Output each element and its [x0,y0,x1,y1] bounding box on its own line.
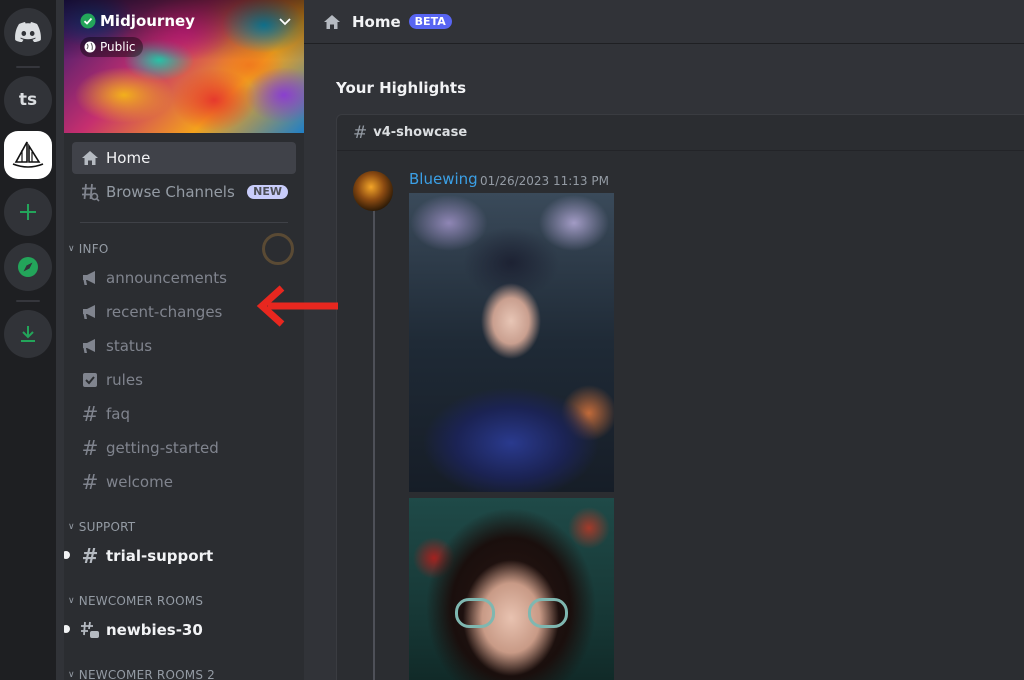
home-nav-label: Home [106,149,151,167]
card-channel-name: v4-showcase [373,125,468,140]
thread-line [373,210,375,680]
highlights-heading: Your Highlights [336,79,466,97]
glasses-lens [455,598,495,628]
image-attachment[interactable] [409,498,614,680]
category-newcomer-rooms-2-label: NEWCOMER ROOMS 2 [78,668,215,680]
channel-status[interactable]: status [72,330,296,362]
channel-name: trial-support [106,547,214,565]
channel-name: recent-changes [106,303,223,321]
channel-getting-started[interactable]: # getting-started [72,432,296,464]
home-icon [80,148,100,168]
verified-badge-icon [80,13,96,29]
add-server-button[interactable] [4,188,52,236]
card-channel-header[interactable]: # v4-showcase [337,115,1024,151]
channel-name: newbies-30 [106,621,203,639]
compass-icon [18,257,38,277]
chevron-down-icon: ∨ [68,670,75,680]
explore-servers-button[interactable] [4,243,52,291]
globe-icon [84,41,96,53]
category-newcomer-rooms[interactable]: ∨ NEWCOMER ROOMS [68,594,203,608]
megaphone-icon [80,336,100,356]
server-banner[interactable]: Midjourney Public [64,0,304,133]
browse-channels-nav-item[interactable]: Browse Channels NEW [72,176,296,208]
channel-faq[interactable]: # faq [72,398,296,430]
channel-name: announcements [106,269,227,287]
top-bar: Home BETA [304,0,1024,44]
channel-name: status [106,337,153,355]
rail-separator [16,300,40,302]
chevron-down-icon: ∨ [68,244,75,254]
megaphone-icon [80,268,100,288]
red-arrow-annotation [256,285,338,327]
message-timestamp: 01/26/2023 11:13 PM [480,174,609,188]
discord-logo-icon [15,22,41,42]
hash-icon: # [81,470,99,494]
main-content: Home BETA Your Highlights # v4-showcase … [304,0,1024,680]
channel-rules[interactable]: rules [72,364,296,396]
hash-icon: # [81,544,99,568]
highlight-card[interactable]: # v4-showcase Bluewing 01/26/2023 11:13 … [336,114,1024,680]
avatar[interactable] [353,171,393,211]
image-attachment[interactable] [409,193,614,492]
hash-icon: # [353,122,368,143]
glasses-lens [528,598,568,628]
channel-welcome[interactable]: # welcome [72,466,296,498]
public-label: Public [100,40,136,54]
home-nav-item[interactable]: Home [72,142,296,174]
channel-newbies-30[interactable]: newbies-30 [64,614,296,646]
home-icon [324,14,340,29]
beta-badge: BETA [408,14,452,29]
sidebar-separator [80,222,288,223]
discord-home-button[interactable] [4,8,52,56]
browse-channels-icon [80,182,100,202]
server-midjourney-button[interactable] [4,131,52,179]
hash-icon: # [81,436,99,460]
channel-trial-support[interactable]: # trial-support [64,540,296,572]
category-info-label: INFO [78,242,109,256]
channel-name: getting-started [106,439,219,457]
sailboat-icon [12,141,44,168]
checklist-icon [80,370,100,390]
threads-icon [80,620,100,640]
server-ts-label: ts [18,90,38,110]
channel-name: welcome [106,473,173,491]
category-support[interactable]: ∨ SUPPORT [68,520,135,534]
category-support-label: SUPPORT [78,520,136,534]
chevron-down-icon: ∨ [68,596,75,606]
server-ts-button[interactable]: ts [4,76,52,124]
download-icon [21,326,35,342]
loading-spinner [262,233,294,265]
chevron-down-icon: ∨ [68,522,75,532]
page-title: Home [352,12,401,31]
plus-icon [20,204,36,220]
hash-icon: # [81,402,99,426]
message-author[interactable]: Bluewing [409,170,478,188]
download-apps-button[interactable] [4,310,52,358]
channel-sidebar: Midjourney Public Home Browse Channels N… [64,0,304,680]
channel-name: rules [106,371,143,389]
category-newcomer-rooms-label: NEWCOMER ROOMS [78,594,204,608]
public-badge: Public [80,37,143,57]
server-name: Midjourney [100,12,195,30]
server-rail: ts [0,0,56,680]
unread-indicator [64,625,70,633]
megaphone-icon [80,302,100,322]
chevron-down-icon[interactable] [278,14,292,28]
new-badge: NEW [247,185,288,199]
category-info[interactable]: ∨ INFO [68,242,108,256]
unread-indicator [64,551,70,559]
channel-name: faq [106,405,130,423]
category-newcomer-rooms-2[interactable]: ∨ NEWCOMER ROOMS 2 [68,668,215,680]
browse-channels-label: Browse Channels [106,183,235,201]
rail-separator [16,66,40,68]
